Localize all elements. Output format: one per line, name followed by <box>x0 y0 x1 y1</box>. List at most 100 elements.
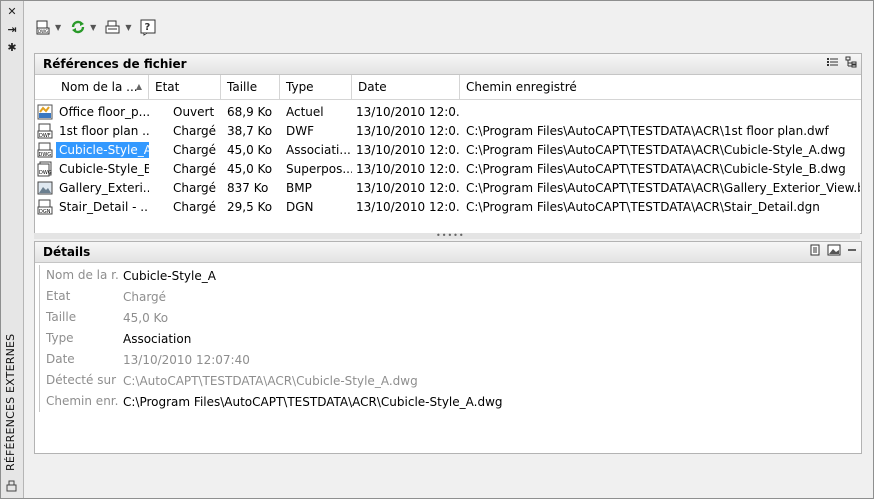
column-header-type[interactable]: Type <box>280 75 352 99</box>
palette-side-bar: ✕ ⇥ ✱ RÉFÉRENCES EXTERNES <box>1 1 24 498</box>
image-icon <box>37 181 53 194</box>
autohide-icon[interactable]: ⇥ <box>6 24 18 36</box>
row-name: Cubicle-Style_B <box>59 161 149 176</box>
properties-icon[interactable]: ✱ <box>6 42 18 54</box>
svg-text:DWF: DWF <box>39 133 51 139</box>
row-status: Chargé <box>173 123 217 138</box>
details-panel: Détails Nom de la r... Cubicle-Style_A E… <box>34 241 862 454</box>
row-size: 38,7 Ko <box>227 123 273 138</box>
details-title-text: Détails <box>43 245 91 259</box>
detail-row-found-at: Détecté sur C:\AutoCAPT\TESTDATA\ACR\Cub… <box>35 370 861 391</box>
dwg-overlay-icon: DWG <box>37 161 52 176</box>
detail-label: Nom de la r... <box>39 265 119 286</box>
column-header-name[interactable]: Nom de la ... ▲ <box>35 75 149 99</box>
row-status: Ouvert <box>173 104 215 119</box>
row-type: Actuel <box>286 104 324 119</box>
detail-value: C:\AutoCAPT\TESTDATA\ACR\Cubicle-Style_A… <box>123 373 418 388</box>
svg-text:DGN: DGN <box>39 209 51 215</box>
row-path: C:\Program Files\AutoCAPT\TESTDATA\ACR\S… <box>466 199 820 214</box>
svg-text:DWG: DWG <box>38 29 48 34</box>
row-size: 68,9 Ko <box>227 104 273 119</box>
row-status: Chargé <box>173 161 217 176</box>
help-icon: ? <box>139 18 157 36</box>
list-view-icon[interactable] <box>827 54 839 74</box>
detail-value[interactable]: C:\Program Files\AutoCAPT\TESTDATA\ACR\C… <box>119 395 503 409</box>
attach-button[interactable]: DWG ▼ <box>34 15 61 39</box>
row-size: 45,0 Ko <box>227 161 273 176</box>
file-references-title-text: Références de fichier <box>43 57 187 71</box>
row-date: 13/10/2010 12:0... <box>356 199 460 214</box>
row-name: 1st floor plan ... <box>59 123 149 138</box>
close-icon[interactable]: ✕ <box>6 6 18 18</box>
attach-dwg-icon: DWG <box>34 18 52 36</box>
detail-row-date: Date 13/10/2010 12:07:40 <box>35 349 861 370</box>
chevron-down-icon[interactable]: ▼ <box>55 23 61 32</box>
detail-value: 45,0 Ko <box>123 310 169 325</box>
table-row[interactable]: Office floor_p... Ouvert 68,9 Ko Actuel … <box>35 102 861 121</box>
change-path-button[interactable]: ▼ <box>104 15 131 39</box>
row-type: Superpos... <box>286 161 352 176</box>
change-path-icon <box>104 18 122 36</box>
palette-anchor-icon[interactable] <box>5 479 19 493</box>
detail-row-saved-path[interactable]: Chemin enr... C:\Program Files\AutoCAPT\… <box>35 391 861 412</box>
detail-label: Taille <box>39 307 119 328</box>
row-type: Associati... <box>286 142 351 157</box>
row-date: 13/10/2010 12:0... <box>356 123 460 138</box>
details-title: Détails <box>35 242 861 263</box>
table-row[interactable]: DWF 1st floor plan ... Chargé 38,7 Ko DW… <box>35 121 861 140</box>
chevron-down-icon[interactable]: ▼ <box>125 23 131 32</box>
dgn-icon: DGN <box>37 199 53 215</box>
xref-palette: ✕ ⇥ ✱ RÉFÉRENCES EXTERNES DWG ▼ ▼ ▼ ? Ré… <box>0 0 874 499</box>
palette-title: RÉFÉRENCES EXTERNES <box>4 333 17 471</box>
column-header-status[interactable]: Etat <box>149 75 221 99</box>
file-list: Office floor_p... Ouvert 68,9 Ko Actuel … <box>35 100 861 216</box>
detail-label: Date <box>39 349 119 370</box>
collapse-icon[interactable] <box>847 242 857 262</box>
column-header-date[interactable]: Date <box>352 75 460 99</box>
column-header-size[interactable]: Taille <box>221 75 280 99</box>
row-status: Chargé <box>173 142 217 157</box>
chevron-down-icon[interactable]: ▼ <box>90 23 96 32</box>
svg-text:DWG: DWG <box>39 152 52 158</box>
help-button[interactable]: ? <box>139 15 157 39</box>
row-path: C:\Program Files\AutoCAPT\TESTDATA\ACR\C… <box>466 142 846 157</box>
detail-label: Etat <box>39 286 119 307</box>
row-date: 13/10/2010 12:0... <box>356 104 460 119</box>
table-row[interactable]: DWG Cubicle-Style_B Chargé 45,0 Ko Super… <box>35 159 861 178</box>
row-type: DWF <box>286 123 315 138</box>
table-row[interactable]: Gallery_Exteri... Chargé 837 Ko BMP 13/1… <box>35 178 861 197</box>
row-date: 13/10/2010 12:0... <box>356 161 460 176</box>
row-name: Office floor_p... <box>59 104 149 119</box>
row-path: C:\Program Files\AutoCAPT\TESTDATA\ACR\C… <box>466 161 846 176</box>
row-date: 13/10/2010 12:0... <box>356 180 460 195</box>
refresh-button[interactable]: ▼ <box>69 15 96 39</box>
detail-label: Chemin enr... <box>39 391 119 412</box>
detail-value[interactable]: Association <box>119 332 191 346</box>
column-header-saved-path[interactable]: Chemin enregistré <box>460 75 859 99</box>
file-references-title: Références de fichier <box>35 54 861 75</box>
row-type: DGN <box>286 199 314 214</box>
dwg-icon: DWG <box>37 142 53 158</box>
detail-value: Chargé <box>123 289 167 304</box>
panel-splitter[interactable]: ••••• <box>34 232 860 240</box>
row-size: 45,0 Ko <box>227 142 273 157</box>
palette-main: DWG ▼ ▼ ▼ ? Références de fichier Nom de… <box>24 2 872 497</box>
row-type: BMP <box>286 180 312 195</box>
detail-row-name: Nom de la r... Cubicle-Style_A <box>35 265 861 286</box>
row-size: 837 Ko <box>227 180 269 195</box>
detail-row-status: Etat Chargé <box>35 286 861 307</box>
table-row[interactable]: DGN Stair_Detail - ... Chargé 29,5 Ko DG… <box>35 197 861 216</box>
detail-label: Détecté sur <box>39 370 119 391</box>
preview-icon[interactable] <box>827 242 841 262</box>
details-list: Nom de la r... Cubicle-Style_A Etat Char… <box>35 263 861 412</box>
tree-view-icon[interactable] <box>845 54 857 74</box>
column-name-label: Nom de la ... <box>61 80 138 94</box>
detail-value: 13/10/2010 12:07:40 <box>123 352 250 367</box>
row-name: Gallery_Exteri... <box>59 180 149 195</box>
details-view-icon[interactable] <box>809 242 821 262</box>
row-path: C:\Program Files\AutoCAPT\TESTDATA\ACR\1… <box>466 123 829 138</box>
table-row[interactable]: DWG Cubicle-Style_A Chargé 45,0 Ko Assoc… <box>35 140 861 159</box>
toolbar: DWG ▼ ▼ ▼ ? <box>34 14 165 40</box>
row-name: Cubicle-Style_A <box>56 141 149 158</box>
detail-row-type[interactable]: Type Association <box>35 328 861 349</box>
